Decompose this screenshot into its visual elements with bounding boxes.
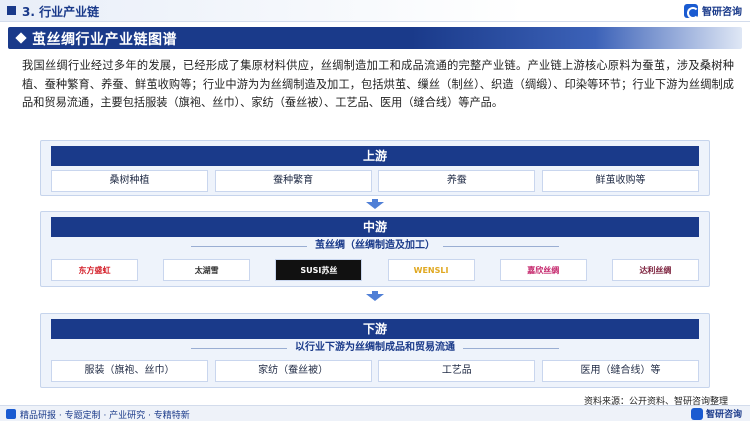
downstream-panel: 下游 以行业下游为丝绸制成品和贸易流通 服装（旗袍、丝巾） 家纺（蚕丝被） 工艺… — [40, 313, 710, 388]
upstream-item: 养蚕 — [378, 170, 536, 192]
downstream-subtitle-row: 以行业下游为丝绸制成品和贸易流通 — [51, 341, 699, 355]
top-bar: 3. 行业产业链 智研咨询 — [0, 0, 750, 22]
brand-logo-icon — [684, 3, 699, 19]
downstream-items: 服装（旗袍、丝巾） 家纺（蚕丝被） 工艺品 医用（缝合线）等 — [51, 360, 699, 382]
diamond-icon — [15, 32, 27, 44]
down-arrow-icon — [366, 291, 384, 301]
eastern-shenghong-logo: 东方盛虹 — [51, 259, 138, 281]
taihu-snow-logo: 太湖雪 — [163, 259, 251, 281]
midstream-subtitle: 茧丝绸（丝绸制造及加工） — [307, 240, 443, 251]
down-arrow-icon — [366, 199, 384, 209]
downstream-item: 医用（缝合线）等 — [541, 360, 699, 382]
section-marker-icon — [7, 6, 16, 15]
midstream-panel: 中游 茧丝绸（丝绸制造及加工） 东方盛虹 太湖雪 SUSI苏丝 WENSLI 嘉… — [40, 211, 710, 287]
susi-logo: SUSI苏丝 — [275, 259, 363, 281]
upstream-header: 上游 — [51, 146, 699, 166]
midstream-subtitle-row: 茧丝绸（丝绸制造及加工） — [51, 239, 699, 253]
upstream-panel: 上游 桑树种植 蚕种繁育 养蚕 鲜茧收购等 — [40, 140, 710, 196]
upstream-items: 桑树种植 蚕种繁育 养蚕 鲜茧收购等 — [51, 170, 699, 192]
footer-logo-icon — [6, 409, 16, 419]
downstream-subtitle: 以行业下游为丝绸制成品和贸易流通 — [287, 342, 463, 353]
footer-brand-icon — [690, 407, 703, 420]
downstream-header: 下游 — [51, 319, 699, 339]
footer-tagline: 精品研报 · 专题定制 · 产业研究 · 专精特新 — [20, 411, 190, 421]
brand-name: 智研咨询 — [702, 7, 742, 18]
section-title: 3. 行业产业链 — [22, 5, 100, 19]
downstream-item: 工艺品 — [378, 360, 536, 382]
dali-silk-logo: 达利丝绸 — [611, 259, 699, 281]
midstream-logos: 东方盛虹 太湖雪 SUSI苏丝 WENSLI 嘉欣丝绸 达利丝绸 — [51, 259, 699, 281]
downstream-item: 家纺（蚕丝被） — [214, 360, 372, 382]
intro-paragraph: 我国丝绸行业经过多年的发展，已经形成了集原材料供应，丝绸制造加工和成品流通的完整… — [22, 59, 734, 109]
footer-brand: 智研咨询 — [690, 407, 742, 420]
downstream-item: 服装（旗袍、丝巾） — [51, 360, 208, 382]
page-title: 茧丝绸行业产业链图谱 — [32, 32, 177, 48]
footer: 精品研报 · 专题定制 · 产业研究 · 专精特新 智研咨询 — [0, 405, 750, 421]
midstream-header: 中游 — [51, 217, 699, 237]
wensli-logo: WENSLI — [387, 259, 475, 281]
upstream-item: 桑树种植 — [51, 170, 208, 192]
upstream-item: 蚕种繁育 — [214, 170, 372, 192]
upstream-item: 鲜茧收购等 — [541, 170, 699, 192]
jiaxin-silk-logo: 嘉欣丝绸 — [499, 259, 587, 281]
brand: 智研咨询 — [684, 3, 742, 19]
footer-brand-name: 智研咨询 — [705, 410, 742, 420]
title-banner: 茧丝绸行业产业链图谱 — [8, 27, 742, 49]
